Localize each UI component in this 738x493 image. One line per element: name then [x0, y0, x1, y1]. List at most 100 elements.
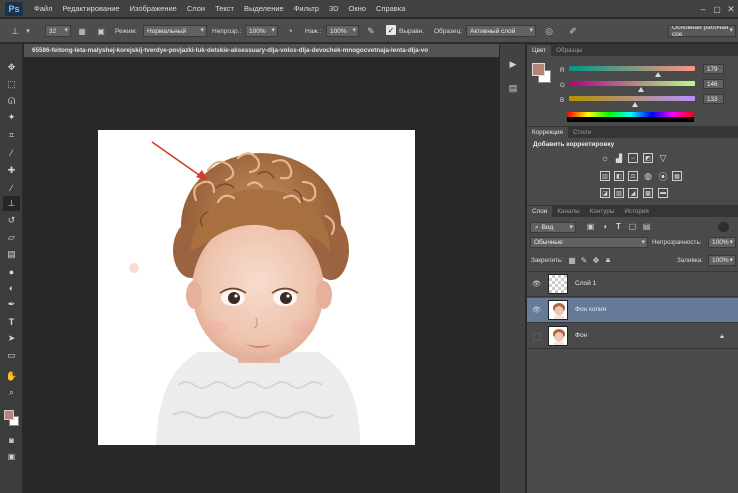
brightness-contrast-icon[interactable]: ☼ — [600, 153, 610, 163]
channel-r-value[interactable]: 179 — [703, 64, 724, 74]
eyedropper-tool-icon[interactable]: ⁄ — [3, 145, 20, 160]
mode-select[interactable]: Нормальный — [143, 25, 207, 37]
maximize-icon[interactable]: ▢ — [711, 3, 723, 15]
opacity-select[interactable]: 100% — [245, 25, 278, 37]
selective-color-icon[interactable]: ▩ — [643, 188, 653, 198]
chevron-down-icon[interactable]: ▾ — [24, 24, 32, 38]
tab-styles[interactable]: Стили — [568, 127, 596, 138]
tab-layers[interactable]: Слои — [527, 206, 553, 217]
curves-icon[interactable]: ∽ — [628, 153, 638, 163]
filter-toggle[interactable] — [718, 222, 729, 232]
pen-tool-icon[interactable]: ✒ — [3, 297, 20, 312]
gradient-tool-icon[interactable]: ▤ — [3, 247, 20, 262]
menu-type[interactable]: Текст — [210, 4, 239, 13]
photo-filter-icon[interactable]: ◍ — [643, 171, 653, 181]
hand-tool-icon[interactable]: ✋ — [3, 369, 20, 384]
blend-mode-select[interactable]: Обычные — [530, 237, 648, 248]
minimize-icon[interactable]: – — [697, 3, 709, 15]
channel-g-thumb[interactable] — [638, 87, 644, 92]
path-select-tool-icon[interactable]: ➤ — [3, 331, 20, 346]
filter-pixel-icon[interactable]: ▣ — [585, 220, 596, 233]
tab-swatches[interactable]: Образцы — [551, 45, 587, 56]
menu-window[interactable]: Окно — [344, 4, 371, 13]
posterize-icon[interactable]: ▨ — [614, 188, 624, 198]
gradient-map-icon[interactable]: ▬ — [658, 188, 668, 198]
pressure-opacity-icon[interactable]: ◔ — [283, 24, 297, 38]
lock-pixels-icon[interactable]: ✎ — [579, 255, 589, 265]
pressure-select[interactable]: 100% — [326, 25, 359, 37]
tab-channels[interactable]: Каналы — [552, 206, 584, 217]
filter-shape-icon[interactable]: ▢ — [627, 220, 638, 233]
type-tool-icon[interactable]: T — [3, 314, 20, 329]
menu-select[interactable]: Выделение — [239, 4, 289, 13]
move-tool-icon[interactable]: ✥ — [3, 60, 20, 75]
brush-size-picker[interactable]: 32 — [45, 25, 71, 37]
levels-icon[interactable]: ▟ — [614, 153, 624, 163]
exposure-icon[interactable]: ◩ — [643, 153, 653, 163]
properties-icon[interactable]: ▤ — [505, 80, 521, 96]
menu-edit[interactable]: Редактирование — [57, 4, 124, 13]
lasso-tool-icon[interactable]: ᘏ — [3, 94, 20, 109]
tab-color[interactable]: Цвет — [527, 45, 552, 56]
color-balance-icon[interactable]: ⚖ — [628, 171, 638, 181]
threshold-icon[interactable]: ◢ — [628, 188, 638, 198]
menu-image[interactable]: Изображение — [125, 4, 182, 13]
channel-g-slider[interactable] — [569, 81, 695, 86]
lock-transparent-icon[interactable]: ▦ — [567, 255, 577, 265]
history-brush-tool-icon[interactable]: ↺ — [3, 213, 20, 228]
lock-position-icon[interactable]: ✥ — [591, 255, 601, 265]
tab-history[interactable]: История — [619, 206, 653, 217]
filter-adjustment-icon[interactable]: ◑ — [599, 220, 610, 233]
channel-r-thumb[interactable] — [655, 72, 661, 77]
spectrum-black-strip[interactable] — [567, 117, 694, 122]
visibility-toggle-empty[interactable] — [533, 333, 541, 341]
filter-type-icon[interactable]: T — [613, 220, 624, 233]
clone-stamp-icon[interactable]: ⊥ — [8, 24, 22, 38]
channel-r-slider[interactable] — [569, 66, 695, 71]
play-action-icon[interactable]: ▶ — [505, 56, 521, 72]
document-tab[interactable]: 65586-feitong-leta-malyshej-korejskij-tv… — [24, 44, 499, 58]
hue-saturation-icon[interactable]: ◧ — [614, 171, 624, 181]
crop-tool-icon[interactable]: ⌗ — [3, 128, 20, 143]
vibrance-icon[interactable]: ▥ — [600, 171, 610, 181]
menu-help[interactable]: Справка — [371, 4, 410, 13]
blur-tool-icon[interactable]: ● — [3, 264, 20, 279]
brush-tool-icon[interactable]: ∕ — [3, 180, 20, 195]
screen-mode-icon[interactable]: ▣ — [3, 449, 20, 464]
tab-adjustments[interactable]: Коррекция — [527, 127, 568, 138]
layer-row-background-copy[interactable]: 👁︎ Фон копия — [527, 298, 738, 323]
visibility-eye-icon[interactable]: 👁︎ — [531, 305, 542, 315]
shape-tool-icon[interactable]: ▭ — [3, 348, 20, 363]
foreground-color-swatch[interactable] — [4, 410, 14, 420]
quick-select-tool-icon[interactable]: ✦ — [3, 110, 20, 125]
layer-row-background[interactable]: Фон 🔒︎ — [527, 324, 738, 349]
brush-panel-icon[interactable]: ▦ — [75, 24, 89, 38]
pressure-size-icon[interactable]: ✐ — [566, 24, 580, 38]
channel-b-thumb[interactable] — [632, 102, 638, 107]
color-foreground-swatch[interactable] — [532, 63, 545, 76]
quick-mask-icon[interactable]: ◙ — [3, 433, 20, 448]
fill-select[interactable]: 100% — [708, 255, 736, 266]
marquee-tool-icon[interactable]: ⬚ — [3, 77, 20, 92]
channel-b-slider[interactable] — [569, 96, 695, 101]
ignore-adjustment-icon[interactable]: ◎ — [542, 24, 556, 38]
sample-select[interactable]: Активный слой — [466, 25, 536, 37]
layer-row-layer1[interactable]: 👁︎ Слой 1 — [527, 272, 738, 297]
gradient-map-triangle-icon[interactable]: ▽ — [658, 153, 668, 163]
channel-g-value[interactable]: 146 — [703, 79, 724, 89]
healing-brush-tool-icon[interactable]: ✚ — [3, 163, 20, 178]
filter-smart-object-icon[interactable]: ▤ — [641, 220, 652, 233]
menu-filter[interactable]: Фильтр — [289, 4, 324, 13]
dodge-tool-icon[interactable]: ◐ — [3, 280, 20, 295]
aligned-checkbox[interactable]: ✓ — [386, 25, 396, 35]
channel-mixer-icon[interactable]: ⦿ — [658, 171, 668, 182]
lock-all-icon[interactable]: 🔒︎ — [603, 255, 613, 265]
clone-source-icon[interactable]: ▣ — [94, 24, 108, 38]
close-icon[interactable]: ✕ — [725, 3, 737, 15]
menu-layers[interactable]: Слои — [182, 4, 210, 13]
color-lookup-icon[interactable]: ▦ — [672, 171, 682, 181]
tab-paths[interactable]: Контуры — [585, 206, 620, 217]
eraser-tool-icon[interactable]: ▱ — [3, 230, 20, 245]
menu-file[interactable]: Файл — [29, 4, 57, 13]
menu-3d[interactable]: 3D — [324, 4, 344, 13]
